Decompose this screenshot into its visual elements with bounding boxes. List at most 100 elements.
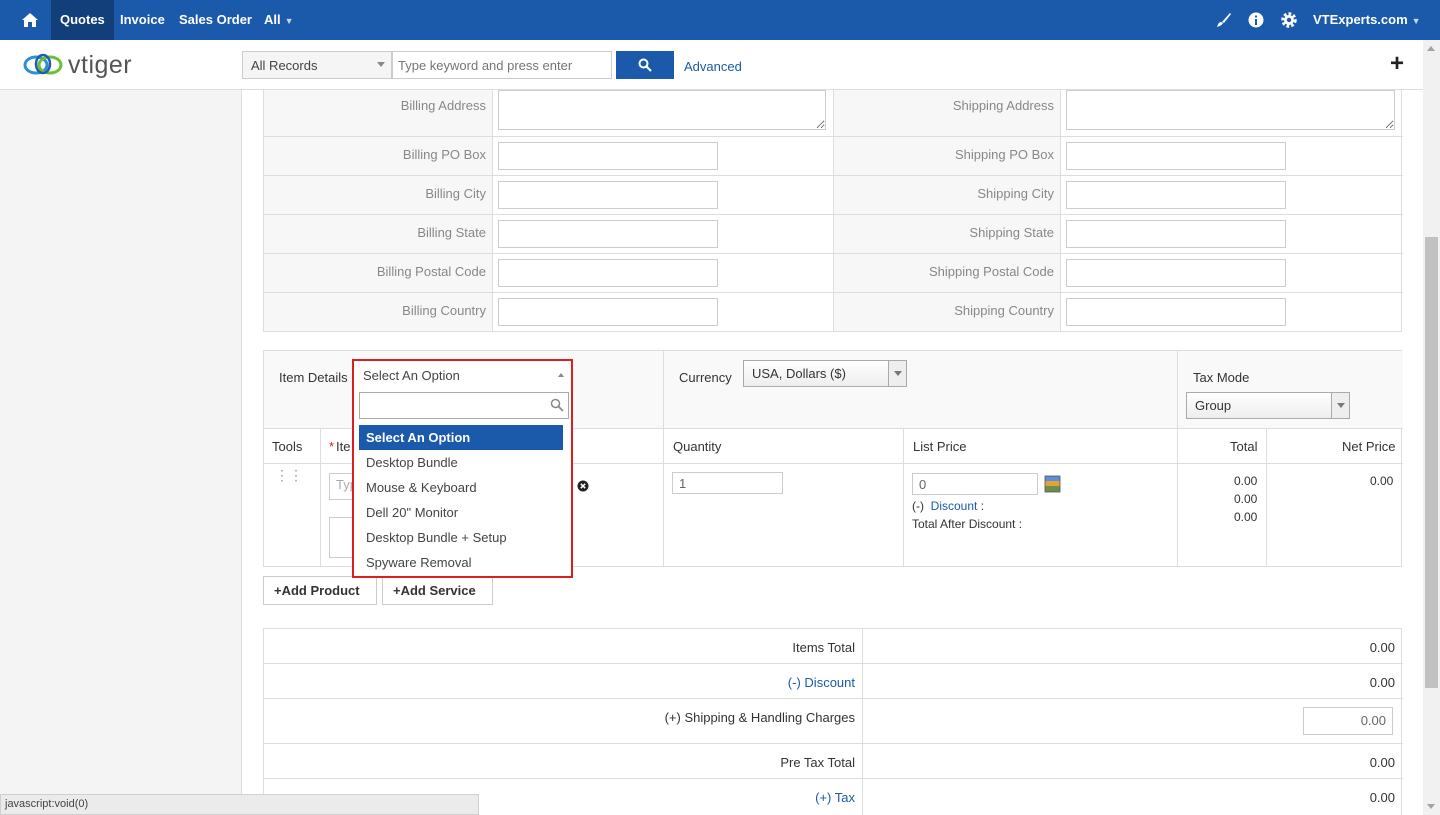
plus-icon: + <box>274 583 282 598</box>
billing-state-label: Billing State <box>264 215 492 253</box>
chevron-down-icon: ▼ <box>284 16 294 26</box>
caret-up-icon <box>558 373 564 377</box>
plus-icon: + <box>393 583 401 598</box>
discount-suffix: : <box>977 499 985 513</box>
add-service-button[interactable]: +Add Service <box>382 576 493 605</box>
product-select-dropdown[interactable]: Select An Option Select An Option Deskto… <box>352 359 573 578</box>
add-product-button[interactable]: +Add Product <box>263 576 377 605</box>
vertical-scrollbar[interactable] <box>1423 40 1440 815</box>
shipping-label: (+) Shipping & Handling Charges <box>665 710 855 725</box>
vtiger-logo[interactable]: vtiger <box>22 48 132 82</box>
chevron-down-icon <box>888 361 906 386</box>
total-after-discount-label: Total After Discount : <box>912 517 1023 531</box>
billing-address-field[interactable] <box>498 90 826 130</box>
paint-brush-icon[interactable] <box>1212 0 1236 40</box>
divider <box>903 429 904 566</box>
shipping-charges-input[interactable]: 0.00 <box>1303 707 1393 735</box>
dropdown-option[interactable]: Spyware Removal <box>359 550 563 575</box>
advanced-search-link[interactable]: Advanced <box>684 59 742 74</box>
items-total-row: Items Total 0.00 <box>264 629 1403 664</box>
global-search-input[interactable] <box>392 51 612 79</box>
overall-discount-link[interactable]: Discount <box>804 675 855 690</box>
user-name: VTExperts.com <box>1313 12 1408 27</box>
billing-address-label: Billing Address <box>264 90 492 136</box>
dropdown-search-input[interactable] <box>359 392 569 419</box>
price-book-icon[interactable] <box>1043 474 1063 494</box>
scroll-up-arrow-icon[interactable] <box>1427 46 1435 51</box>
column-net-price: Net Price <box>1342 439 1396 454</box>
shipping-po-box-label: Shipping PO Box <box>834 137 1060 175</box>
scrollbar-thumb[interactable] <box>1425 237 1438 688</box>
discount-label: (-) Discount <box>788 675 855 690</box>
shipping-label-text: Shipping & Handling Charges <box>684 710 855 725</box>
dropdown-option[interactable]: Desktop Bundle <box>359 450 563 475</box>
dropdown-options: Select An Option Desktop Bundle Mouse & … <box>359 425 563 575</box>
row-total-value: 0.00 <box>1234 474 1258 488</box>
items-total-label: Items Total <box>792 640 855 655</box>
currency-select[interactable]: USA, Dollars ($) <box>743 360 907 387</box>
shipping-city-label: Shipping City <box>834 176 1060 214</box>
billing-po-box-field[interactable] <box>498 142 718 170</box>
divider <box>1177 429 1178 566</box>
info-icon[interactable] <box>1244 0 1268 40</box>
billing-city-label: Billing City <box>264 176 492 214</box>
tab-invoice[interactable]: Invoice <box>111 0 174 40</box>
product-select-current[interactable]: Select An Option <box>355 362 570 388</box>
billing-country-field[interactable] <box>498 298 718 326</box>
discount-prefix: (-) <box>787 675 801 690</box>
row-discount-value: 0.00 <box>1234 492 1258 506</box>
tax-mode-select[interactable]: Group <box>1186 392 1350 419</box>
search-button[interactable] <box>616 51 674 79</box>
quick-create-plus-icon[interactable]: + <box>1390 52 1404 76</box>
column-list-price: List Price <box>913 439 967 454</box>
shipping-state-label: Shipping State <box>834 215 1060 253</box>
currency-value: USA, Dollars ($) <box>752 366 846 381</box>
billing-postal-code-field[interactable] <box>498 259 718 287</box>
totals-section: Items Total 0.00 (-) Discount 0.00 (+) S… <box>263 628 1403 815</box>
item-discount-link[interactable]: Discount <box>931 499 978 513</box>
dropdown-option[interactable]: Mouse & Keyboard <box>359 475 563 500</box>
clear-item-icon[interactable] <box>577 480 589 492</box>
tab-all[interactable]: All ▼ <box>255 0 294 40</box>
list-price-input[interactable]: 0 <box>912 473 1038 495</box>
dropdown-option[interactable]: Select An Option <box>359 425 563 450</box>
shipping-city-field[interactable] <box>1066 181 1286 209</box>
tax-link[interactable]: Tax <box>835 790 855 805</box>
column-total: Total <box>1230 439 1258 454</box>
gear-icon[interactable] <box>1277 0 1301 40</box>
shipping-po-box-field[interactable] <box>1066 142 1286 170</box>
tax-label: (+) Tax <box>815 790 855 805</box>
tab-sales-order[interactable]: Sales Order <box>170 0 261 40</box>
shipping-country-label: Shipping Country <box>834 293 1060 331</box>
currency-label: Currency <box>679 370 732 385</box>
shipping-country-field[interactable] <box>1066 298 1286 326</box>
shipping-state-field[interactable] <box>1066 220 1286 248</box>
tax-value: 0.00 <box>1369 790 1395 805</box>
dropdown-option[interactable]: Dell 20" Monitor <box>359 500 563 525</box>
drag-handle-icon[interactable]: ⋮⋮ <box>275 468 303 482</box>
quantity-input[interactable]: 1 <box>672 472 783 494</box>
column-tools: Tools <box>272 439 303 454</box>
tab-quotes[interactable]: Quotes <box>51 0 114 40</box>
column-quantity: Quantity <box>673 439 722 454</box>
row-after-discount-value: 0.00 <box>1234 510 1258 524</box>
product-select-value: Select An Option <box>363 368 460 383</box>
record-type-select[interactable]: All Records <box>242 51 392 79</box>
billing-po-box-label: Billing PO Box <box>264 137 492 175</box>
shipping-postal-code-field[interactable] <box>1066 259 1286 287</box>
scroll-down-arrow-icon[interactable] <box>1427 804 1435 809</box>
billing-postal-code-label: Billing Postal Code <box>264 254 492 292</box>
discount-prefix: (-) <box>912 499 924 513</box>
divider <box>663 351 664 429</box>
user-menu[interactable]: VTExperts.com ▼ <box>1313 0 1421 40</box>
billing-state-field[interactable] <box>498 220 718 248</box>
pre-tax-label: Pre Tax Total <box>780 755 855 770</box>
shipping-address-field[interactable] <box>1066 90 1395 130</box>
divider <box>663 429 664 566</box>
list-price-value: 0 <box>919 477 927 492</box>
dropdown-option[interactable]: Desktop Bundle + Setup <box>359 525 563 550</box>
tax-mode-value: Group <box>1195 398 1232 413</box>
billing-city-field[interactable] <box>498 181 718 209</box>
home-icon[interactable] <box>12 0 48 40</box>
discount-row: (-) Discount 0.00 <box>264 664 1403 699</box>
